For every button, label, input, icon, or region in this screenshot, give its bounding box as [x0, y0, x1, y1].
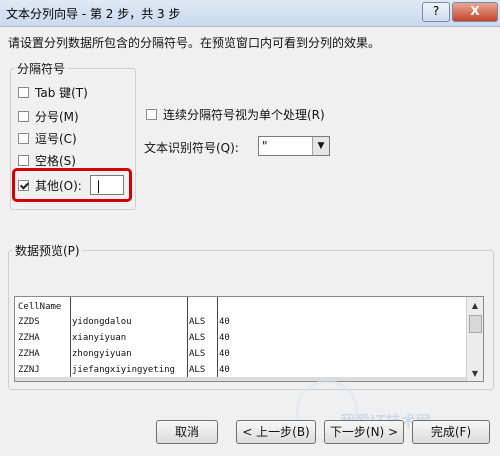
space-checkbox[interactable]: 空格(S)	[18, 152, 76, 169]
preview-cell: 40	[219, 333, 230, 343]
help-button[interactable]: ?	[422, 2, 450, 22]
data-preview[interactable]: CellName ZZDS yidongdalou ALS 40 ZZHA xi…	[14, 296, 484, 382]
comma-checkbox-label: 逗号(C)	[35, 132, 77, 146]
preview-cell: 40	[219, 317, 230, 327]
preview-cell: CellName	[18, 302, 62, 312]
preview-cell: ALS	[189, 365, 206, 375]
preview-cell: jiefangxiyingyeting	[72, 365, 175, 375]
vertical-scrollbar[interactable]: ▲ ▼	[466, 297, 483, 381]
next-button[interactable]: 下一步(N) >	[324, 420, 404, 444]
tab-checkbox-box[interactable]	[18, 87, 29, 98]
text-qualifier-value: "	[262, 139, 268, 153]
finish-button[interactable]: 完成(F)	[412, 420, 490, 444]
scroll-down-icon[interactable]: ▼	[467, 367, 483, 381]
tab-checkbox[interactable]: Tab 键(T)	[18, 84, 88, 101]
preview-cell: zhongyiyuan	[72, 349, 132, 359]
title-bar: 文本分列向导 - 第 2 步，共 3 步 ? X	[0, 0, 500, 27]
comma-checkbox-box[interactable]	[18, 133, 29, 144]
column-divider	[70, 297, 71, 381]
semicolon-checkbox-label: 分号(M)	[35, 110, 79, 124]
preview-label: 数据预览(P)	[12, 242, 83, 259]
delimiters-label: 分隔符号	[14, 60, 69, 77]
window-title: 文本分列向导 - 第 2 步，共 3 步	[6, 7, 181, 21]
space-checkbox-box[interactable]	[18, 155, 29, 166]
preview-cell: ALS	[189, 317, 206, 327]
consecutive-checkbox-label: 连续分隔符号视为单个处理(R)	[163, 108, 325, 122]
horizontal-scrollbar[interactable]	[15, 377, 467, 381]
scroll-up-icon[interactable]: ▲	[467, 299, 483, 313]
preview-cell: ALS	[189, 333, 206, 343]
consecutive-checkbox[interactable]: 连续分隔符号视为单个处理(R)	[146, 106, 325, 123]
preview-cell: ZZNJ	[18, 365, 40, 375]
text-qualifier-label: 文本识别符号(Q):	[144, 141, 239, 155]
back-button[interactable]: < 上一步(B)	[236, 420, 316, 444]
cancel-button[interactable]: 取消	[156, 420, 218, 444]
highlight-annotation	[12, 168, 132, 202]
preview-cell: xianyiyuan	[72, 333, 127, 343]
scrollbar-thumb[interactable]	[469, 315, 482, 333]
instruction-text: 请设置分列数据所包含的分隔符号。在预览窗口内可看到分列的效果。	[8, 36, 381, 50]
preview-cell: yidongdalou	[72, 317, 132, 327]
preview-cell: 40	[219, 349, 230, 359]
preview-cell: ZZDS	[18, 317, 40, 327]
close-button[interactable]: X	[452, 2, 498, 22]
space-checkbox-label: 空格(S)	[35, 154, 76, 168]
column-divider	[217, 297, 218, 381]
comma-checkbox[interactable]: 逗号(C)	[18, 130, 77, 147]
consecutive-checkbox-box[interactable]	[146, 109, 157, 120]
text-qualifier-select[interactable]: " ▼	[258, 136, 330, 156]
semicolon-checkbox-box[interactable]	[18, 111, 29, 122]
chevron-down-icon[interactable]: ▼	[312, 137, 329, 155]
semicolon-checkbox[interactable]: 分号(M)	[18, 108, 79, 125]
column-divider	[187, 297, 188, 381]
preview-cell: 40	[219, 365, 230, 375]
preview-cell: ALS	[189, 349, 206, 359]
preview-cell: ZZHA	[18, 349, 40, 359]
preview-cell: ZZHA	[18, 333, 40, 343]
tab-checkbox-label: Tab 键(T)	[35, 86, 88, 100]
